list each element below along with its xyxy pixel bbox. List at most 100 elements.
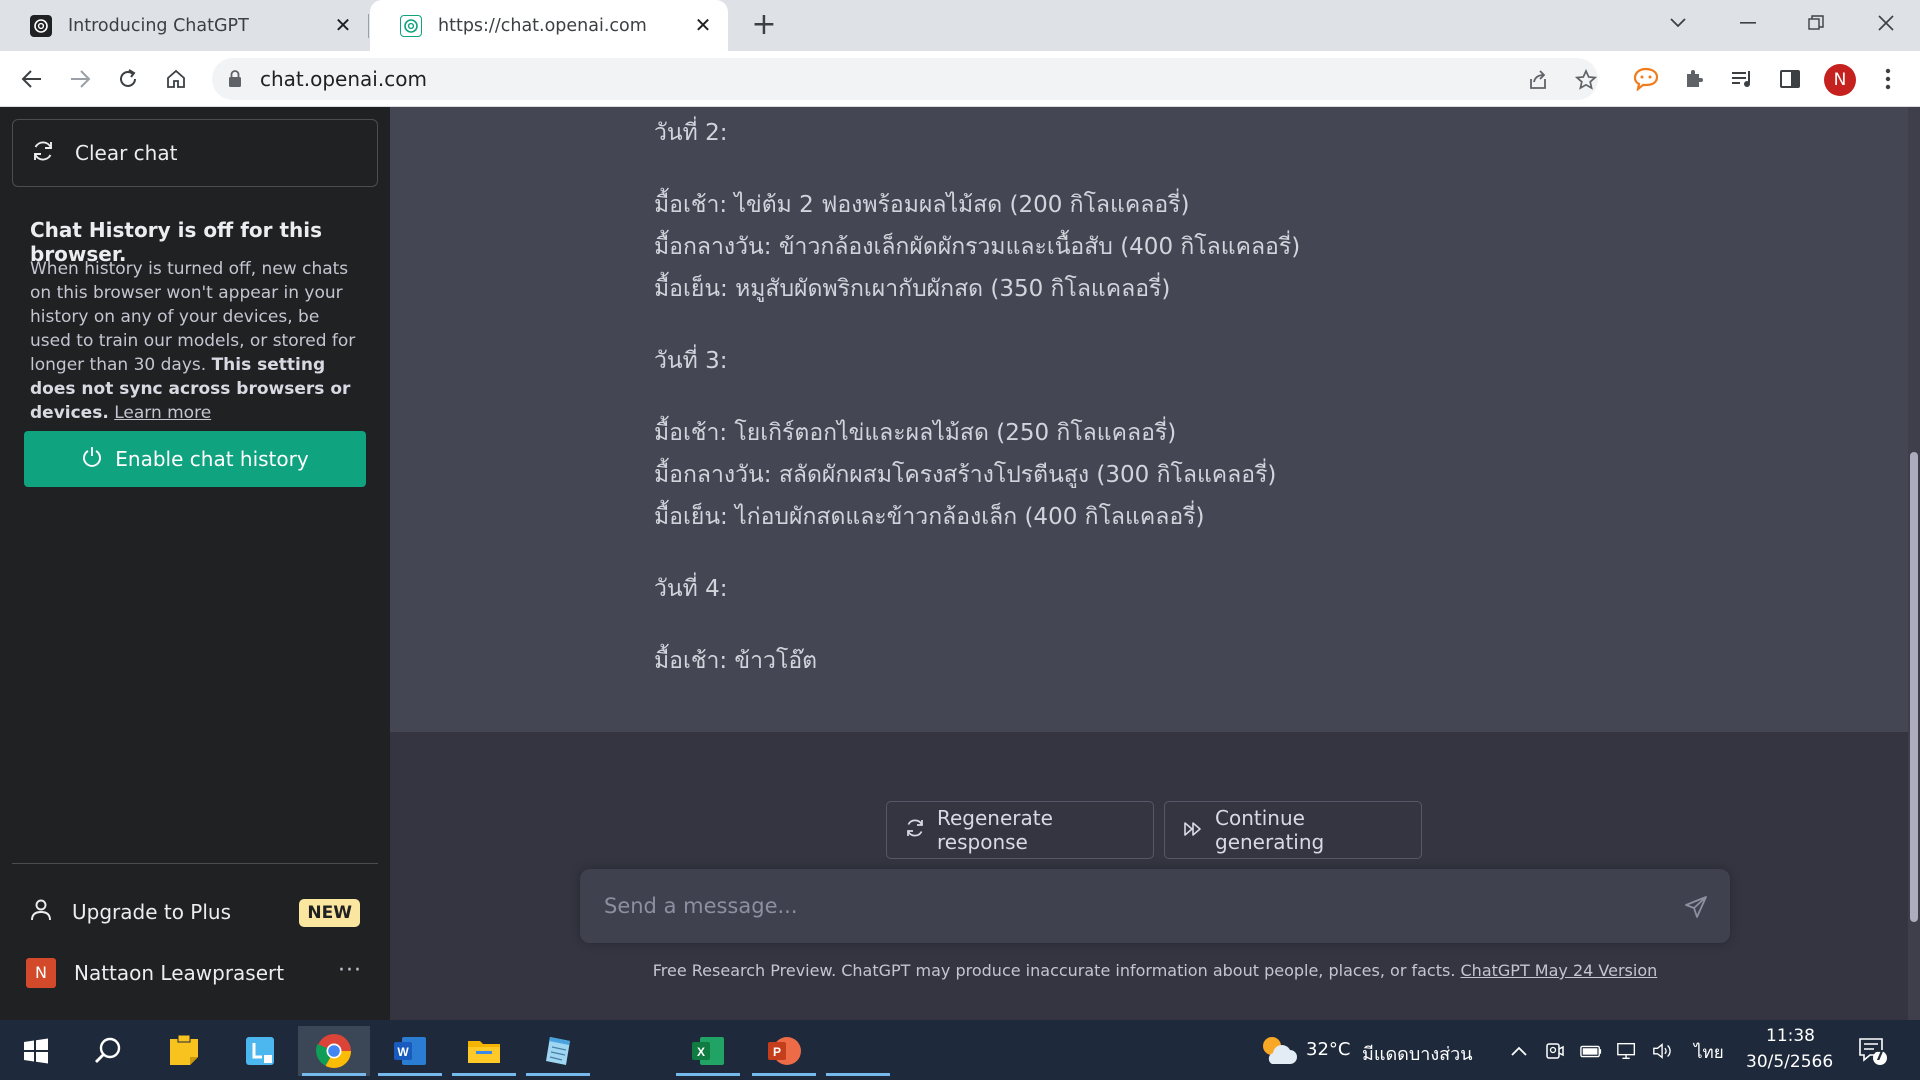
refresh-icon	[31, 139, 55, 168]
media-queue-icon[interactable]	[1728, 65, 1756, 93]
tab-chat-openai[interactable]: https://chat.openai.com ✕	[370, 0, 728, 51]
openai-favicon-icon	[400, 14, 422, 37]
powerpoint-app-icon[interactable]: P	[748, 1026, 820, 1076]
footer-text: Free Research Preview. ChatGPT may produ…	[652, 961, 1456, 980]
continue-generating-button[interactable]: Continue generating	[1164, 801, 1422, 859]
share-icon[interactable]	[1526, 68, 1550, 92]
url-text[interactable]: chat.openai.com	[260, 58, 427, 100]
assistant-message: วันที่ 2: มื้อเช้า: ไข่ต้ม 2 ฟองพร้อมผลไ…	[390, 107, 1920, 732]
learn-more-link[interactable]: Learn more	[114, 403, 211, 423]
tab-search-chevron-icon[interactable]	[1660, 8, 1696, 38]
running-app-indicator	[526, 1073, 590, 1076]
word-app-icon[interactable]: W	[374, 1026, 446, 1076]
sticky-notes-app-icon[interactable]	[148, 1026, 220, 1076]
browser-toolbar: chat.openai.com N	[0, 51, 1920, 107]
svg-text:X: X	[697, 1045, 705, 1059]
tab-introducing-chatgpt[interactable]: Introducing ChatGPT ✕	[0, 0, 368, 51]
message-line: มื้อกลางวัน: ข้าวกล้องเล็กผัดผักรวมและเน…	[654, 234, 1301, 260]
history-off-note: When history is turned off, new chats on…	[30, 257, 360, 425]
upgrade-to-plus-button[interactable]: Upgrade to Plus NEW	[12, 885, 378, 939]
search-icon[interactable]	[72, 1026, 144, 1076]
weather-icon[interactable]	[1258, 1032, 1298, 1068]
scrollbar-thumb[interactable]	[1910, 452, 1918, 922]
chrome-app-icon[interactable]	[298, 1026, 370, 1076]
side-panel-icon[interactable]	[1776, 65, 1804, 93]
extensions-puzzle-icon[interactable]	[1680, 65, 1708, 93]
clear-chat-label: Clear chat	[75, 141, 178, 165]
send-icon[interactable]	[1684, 895, 1708, 923]
chat-main: วันที่ 2: มื้อเช้า: ไข่ต้ม 2 ฟองพร้อมผลไ…	[390, 107, 1920, 1020]
input-language-indicator[interactable]: ไทย	[1694, 1039, 1724, 1066]
excel-app-icon[interactable]: X	[672, 1026, 744, 1076]
fast-forward-icon	[1183, 818, 1203, 842]
message-line: วันที่ 2:	[654, 120, 728, 146]
chevron-up-icon[interactable]	[1508, 1040, 1530, 1062]
footer-disclaimer: Free Research Preview. ChatGPT may produ…	[390, 961, 1920, 980]
message-line: มื้อเช้า: ข้าวโอ๊ต	[654, 648, 818, 674]
upgrade-label: Upgrade to Plus	[72, 900, 232, 924]
weather-temperature[interactable]: 32°C	[1306, 1039, 1350, 1060]
power-icon	[81, 446, 103, 473]
windows-taskbar: W X P 32°C มีแดดบางส่วน ไทย 11:38 30/5/2…	[0, 1020, 1920, 1080]
tab-title: https://chat.openai.com	[438, 15, 647, 36]
user-icon	[30, 898, 52, 927]
message-line: มื้อเย็น: หมูสับผัดพริกเผากับผักสด (350 …	[654, 276, 1171, 302]
bookmark-star-icon[interactable]	[1574, 68, 1598, 92]
tab-title: Introducing ChatGPT	[68, 15, 249, 36]
reload-icon[interactable]	[112, 63, 144, 95]
home-icon[interactable]	[160, 63, 192, 95]
restore-icon[interactable]	[1798, 8, 1834, 38]
openai-favicon-icon	[30, 14, 52, 37]
volume-icon[interactable]	[1652, 1040, 1674, 1062]
clock-date[interactable]: 30/5/2566	[1746, 1052, 1833, 1072]
continue-label: Continue generating	[1215, 806, 1325, 854]
minimize-icon[interactable]	[1730, 8, 1766, 38]
message-line: วันที่ 4:	[654, 576, 728, 602]
lock-icon[interactable]	[228, 70, 242, 92]
address-bar[interactable]: chat.openai.com	[212, 58, 1598, 100]
tab-close-icon[interactable]: ✕	[692, 14, 714, 36]
battery-icon[interactable]	[1580, 1040, 1602, 1062]
new-badge: NEW	[299, 899, 360, 927]
profile-avatar[interactable]: N	[1824, 64, 1856, 96]
user-name: Nattaon Leawprasert	[74, 961, 285, 985]
user-account-button[interactable]: N Nattaon Leawprasert ···	[12, 952, 378, 994]
notification-count: 7	[1875, 1049, 1885, 1064]
chat-sidebar: Clear chat Chat History is off for this …	[0, 107, 390, 1020]
tab-close-icon[interactable]: ✕	[332, 14, 354, 36]
close-window-icon[interactable]	[1868, 8, 1904, 38]
clock-time[interactable]: 11:38	[1766, 1026, 1815, 1046]
running-app-indicator	[378, 1073, 442, 1076]
regenerate-label: Regenerate response	[937, 806, 1053, 854]
extension-chat-icon[interactable]	[1632, 65, 1660, 93]
user-avatar: N	[26, 958, 56, 988]
enable-chat-history-button[interactable]: Enable chat history	[24, 431, 366, 487]
new-tab-button[interactable]: +	[748, 10, 780, 42]
browser-menu-icon[interactable]	[1874, 65, 1902, 93]
message-line: วันที่ 3:	[654, 348, 728, 374]
store-app-icon[interactable]	[224, 1026, 296, 1076]
enable-chat-history-label: Enable chat history	[115, 447, 309, 471]
windows-start-icon[interactable]	[0, 1026, 72, 1076]
version-link[interactable]: ChatGPT May 24 Version	[1461, 961, 1658, 980]
weather-description[interactable]: มีแดดบางส่วน	[1362, 1039, 1473, 1068]
regenerate-response-button[interactable]: Regenerate response	[886, 801, 1154, 859]
taskbar-app-slot[interactable]	[822, 1026, 894, 1076]
file-explorer-app-icon[interactable]	[448, 1026, 520, 1076]
running-app-indicator	[452, 1073, 516, 1076]
meet-now-icon[interactable]	[1544, 1040, 1566, 1062]
regenerate-icon	[905, 818, 925, 843]
forward-arrow-icon[interactable]	[64, 63, 96, 95]
network-icon[interactable]	[1616, 1040, 1638, 1062]
message-input[interactable]	[604, 869, 1644, 943]
more-options-icon[interactable]: ···	[338, 958, 362, 983]
svg-text:P: P	[773, 1045, 781, 1059]
message-composer	[580, 869, 1730, 943]
active-app-indicator	[302, 1073, 366, 1076]
message-line: มื้อเช้า: โยเกิร์ตอกไข่และผลไม้สด (250 ก…	[654, 420, 1177, 446]
clear-chat-button[interactable]: Clear chat	[12, 119, 378, 187]
tab-separator	[368, 14, 369, 38]
notepad-app-icon[interactable]	[522, 1026, 594, 1076]
back-arrow-icon[interactable]	[16, 63, 48, 95]
message-line: มื้อกลางวัน: สลัดผักผสมโครงสร้างโปรตีนสู…	[654, 462, 1277, 488]
